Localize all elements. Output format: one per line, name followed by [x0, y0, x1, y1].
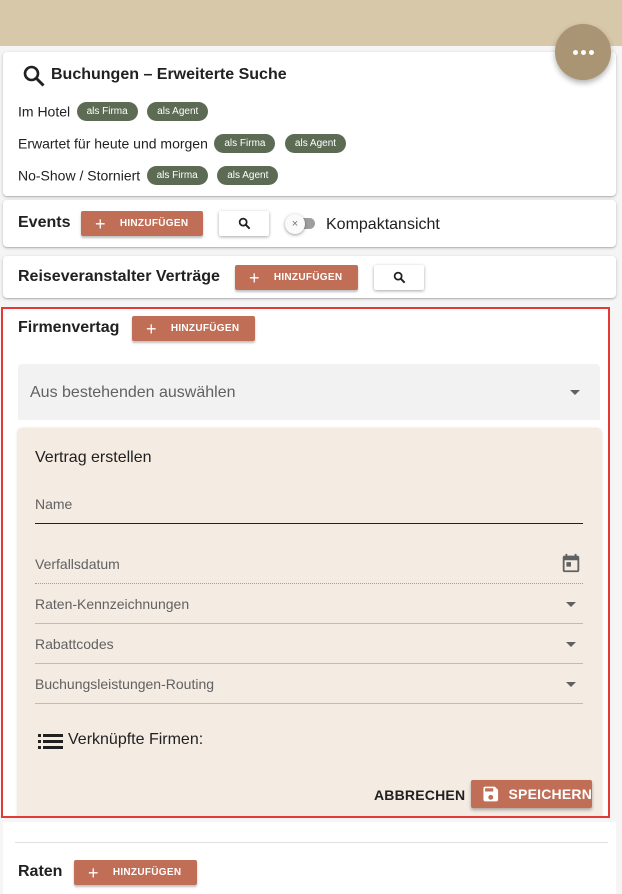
toggle-thumb: ×: [285, 214, 305, 234]
discount-codes-select[interactable]: Rabattcodes: [18, 626, 601, 666]
search-row-expected: Erwartet für heute und morgen als Firma …: [18, 134, 347, 153]
plus-icon: +: [95, 213, 106, 234]
search-row-noshow: No-Show / Storniert als Firma als Agent: [18, 166, 279, 185]
search-card-title: Buchungen – Erweiterte Suche: [51, 66, 287, 83]
chevron-down-icon: [566, 682, 576, 687]
chip-as-company[interactable]: als Firma: [76, 102, 138, 121]
add-button-label: HINZUFÜGEN: [112, 867, 182, 878]
events-add-button[interactable]: + HINZUFÜGEN: [81, 211, 203, 236]
rate-codes-underline: [35, 623, 583, 624]
discount-codes-underline: [35, 663, 583, 664]
plus-icon: +: [88, 862, 99, 883]
add-button-label: HINZUFÜGEN: [273, 272, 343, 283]
more-actions-button[interactable]: [555, 24, 611, 80]
plus-icon: +: [249, 267, 260, 288]
chevron-down-icon: [566, 602, 576, 607]
tour-operator-title: Reiseveranstalter Verträge: [18, 268, 220, 285]
rates-title: Raten: [18, 863, 63, 880]
expiry-date-field[interactable]: Verfallsdatum: [18, 546, 601, 586]
existing-contract-select[interactable]: Aus bestehenden auswählen: [18, 364, 600, 420]
chevron-down-icon: [570, 390, 580, 395]
events-card: Events + HINZUFÜGEN × Kompaktansicht: [3, 200, 616, 247]
company-contract-add-button[interactable]: + HINZUFÜGEN: [132, 316, 255, 341]
create-contract-form: Vertrag erstellen Name Verfallsdatum Rat…: [18, 428, 601, 816]
rates-top-divider: [15, 842, 608, 843]
tour-operator-add-button[interactable]: + HINZUFÜGEN: [235, 265, 358, 290]
name-field-label: Name: [35, 496, 73, 512]
cancel-button[interactable]: ABBRECHEN: [374, 787, 465, 803]
expiry-field-underline: [35, 583, 583, 584]
rates-card: Raten + HINZUFÜGEN: [3, 822, 616, 894]
booking-routing-select[interactable]: Buchungsleistungen-Routing: [18, 666, 601, 706]
chip-as-agent[interactable]: als Agent: [284, 134, 347, 153]
search-icon: [23, 65, 45, 87]
chip-as-agent[interactable]: als Agent: [147, 102, 209, 121]
events-title: Events: [18, 214, 71, 231]
rate-codes-label: Raten-Kennzeichnungen: [35, 596, 190, 612]
discount-codes-label: Rabattcodes: [35, 636, 114, 652]
tour-operator-card: Reiseveranstalter Verträge + HINZUFÜGEN: [3, 256, 616, 298]
events-search-button[interactable]: [219, 211, 269, 236]
compact-view-label: Kompaktansicht: [326, 216, 440, 233]
search-row-label[interactable]: No-Show / Storniert: [18, 168, 140, 184]
compact-view-toggle[interactable]: ×: [285, 214, 317, 234]
tour-operator-search-button[interactable]: [374, 265, 424, 290]
booking-routing-underline: [35, 703, 583, 704]
name-field[interactable]: Name: [18, 486, 601, 526]
chevron-down-icon: [566, 642, 576, 647]
add-button-label: HINZUFÜGEN: [170, 323, 240, 334]
close-icon: ×: [291, 217, 299, 230]
search-row-in-hotel: Im Hotel als Firma als Agent: [18, 102, 209, 121]
search-row-label[interactable]: Im Hotel: [18, 104, 70, 120]
save-icon: [483, 786, 499, 802]
top-app-bar: [0, 0, 622, 46]
booking-routing-label: Buchungsleistungen-Routing: [35, 676, 215, 692]
save-button[interactable]: SPEICHERN: [471, 780, 592, 808]
name-field-underline: [35, 523, 583, 524]
chip-as-company[interactable]: als Firma: [214, 134, 276, 153]
calendar-icon[interactable]: [560, 552, 582, 574]
form-title: Vertrag erstellen: [35, 449, 152, 466]
search-row-label[interactable]: Erwartet für heute und morgen: [18, 136, 208, 152]
list-icon: [38, 734, 63, 749]
chip-as-agent[interactable]: als Agent: [217, 166, 279, 185]
rates-add-button[interactable]: + HINZUFÜGEN: [74, 860, 197, 885]
advanced-search-card: Buchungen – Erweiterte Suche Im Hotel al…: [3, 52, 616, 196]
search-icon: [393, 271, 405, 284]
add-button-label: HINZUFÜGEN: [119, 218, 189, 229]
linked-companies-label: Verknüpfte Firmen:: [68, 731, 204, 748]
select-placeholder: Aus bestehenden auswählen: [30, 384, 236, 401]
rate-codes-select[interactable]: Raten-Kennzeichnungen: [18, 586, 601, 626]
save-button-label: SPEICHERN: [508, 786, 592, 802]
company-contract-card: Firmenvertag + HINZUFÜGEN Aus bestehende…: [1, 307, 610, 818]
expiry-field-label: Verfallsdatum: [35, 556, 120, 572]
plus-icon: +: [146, 318, 157, 339]
company-contract-title: Firmenvertag: [18, 319, 120, 336]
search-icon: [238, 217, 250, 230]
chip-as-company[interactable]: als Firma: [146, 166, 208, 185]
more-icon: [572, 49, 578, 55]
